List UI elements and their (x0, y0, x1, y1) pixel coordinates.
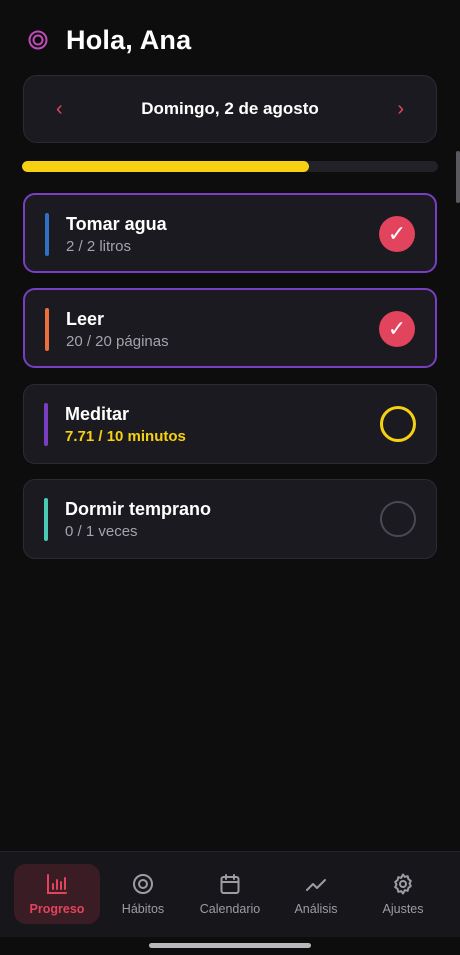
bar-chart-icon (47, 874, 67, 894)
habit-card-meditar[interactable]: Meditar 7.71 / 10 minutos (23, 384, 437, 464)
habit-color-bar (45, 213, 49, 256)
habit-check-button[interactable]: ✓ (379, 311, 415, 347)
date-selector: ‹ Domingo, 2 de agosto › (23, 75, 437, 143)
habit-title: Leer (66, 309, 105, 329)
habit-card-tomar-agua[interactable]: Tomar agua 2 / 2 litros ✓ (23, 193, 437, 273)
nav-item-habitos[interactable]: Hábitos (100, 864, 186, 924)
habit-card-dormir-temprano[interactable]: Dormir temprano 0 / 1 veces (23, 479, 437, 559)
habit-progress-text: 0 / 1 veces (65, 523, 138, 540)
habit-color-bar (44, 403, 48, 446)
habit-progress-text: 7.71 / 10 minutos (65, 428, 186, 445)
daily-progress-bar (22, 161, 438, 172)
previous-day-button[interactable]: ‹ (56, 99, 63, 119)
habit-title: Dormir temprano (65, 499, 212, 519)
nav-item-analisis[interactable]: Análisis (273, 864, 359, 924)
current-date: Domingo, 2 de agosto (141, 99, 319, 118)
habit-title: Meditar (65, 404, 130, 424)
nav-item-ajustes[interactable]: Ajustes (360, 864, 446, 924)
nav-label: Ajustes (382, 902, 424, 916)
nav-label: Progreso (29, 902, 85, 916)
nav-label: Calendario (199, 902, 261, 916)
target-logo-icon (28, 30, 48, 50)
nav-label: Hábitos (121, 902, 165, 916)
habit-color-bar (44, 498, 48, 541)
scrollbar[interactable] (456, 151, 460, 203)
habit-progress-text: 2 / 2 litros (66, 238, 132, 255)
nav-label: Análisis (294, 902, 338, 916)
habit-check-button[interactable] (380, 501, 416, 537)
app-screen: Hola, Ana ‹ Domingo, 2 de agosto › Tomar… (0, 0, 460, 955)
calendar-icon (220, 874, 240, 894)
habit-card-leer[interactable]: Leer 20 / 20 páginas ✓ (23, 288, 437, 368)
nav-item-progreso[interactable]: Progreso (14, 864, 100, 924)
habit-check-button[interactable] (380, 406, 416, 442)
nav-item-calendario[interactable]: Calendario (187, 864, 273, 924)
habit-title: Tomar agua (66, 214, 167, 234)
habit-color-bar (45, 308, 49, 351)
checkmark-icon: ✓ (387, 316, 407, 341)
daily-progress-fill (22, 161, 310, 172)
target-icon (133, 874, 153, 894)
habit-progress-text: 20 / 20 páginas (66, 333, 169, 350)
gear-icon (394, 873, 412, 895)
trend-icon (306, 879, 326, 891)
header: Hola, Ana (28, 24, 191, 56)
home-indicator (149, 943, 311, 948)
habit-check-button[interactable]: ✓ (379, 216, 415, 252)
greeting-title: Hola, Ana (66, 24, 192, 55)
next-day-button[interactable]: › (397, 99, 404, 119)
bottom-navigation: Progreso Hábitos Calendario Análisis Aju… (0, 851, 460, 937)
checkmark-icon: ✓ (387, 221, 407, 246)
